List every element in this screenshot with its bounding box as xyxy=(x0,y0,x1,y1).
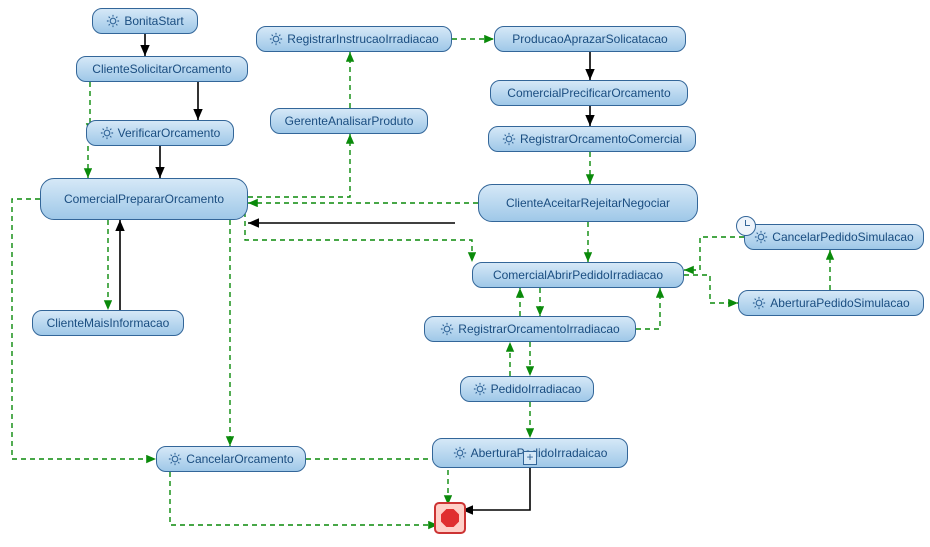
gear-icon xyxy=(269,32,283,46)
gear-icon xyxy=(106,14,120,28)
node-label: ProducaoAprazarSolicatacao xyxy=(512,32,667,46)
node-label: CancelarOrcamento xyxy=(186,452,293,466)
node-cliente-mais-informacao[interactable]: ClienteMaisInformacao xyxy=(32,310,184,336)
node-abertura-pedido-irradaicao[interactable]: AberturaPedidoIrradaicao + xyxy=(432,438,628,468)
node-pedido-irradiacao[interactable]: PedidoIrradiacao xyxy=(460,376,594,402)
node-label: BonitaStart xyxy=(124,14,183,28)
gear-icon xyxy=(440,322,454,336)
node-label: ComercialAbrirPedidoIrradiacao xyxy=(493,268,663,282)
edge xyxy=(170,472,438,525)
edge xyxy=(684,275,738,303)
gear-icon xyxy=(752,296,766,310)
node-label: AberturaPedidoSimulacao xyxy=(770,296,909,310)
workflow-canvas: BonitaStart ClienteSolicitarOrcamento Re… xyxy=(0,0,930,547)
node-cliente-aceitar-rejeitar-negociar[interactable]: ClienteAceitarRejeitarNegociar xyxy=(478,184,698,222)
gear-icon xyxy=(453,446,467,460)
edge xyxy=(684,237,744,270)
gear-icon xyxy=(100,126,114,140)
node-label: RegistrarOrcamentoIrradiacao xyxy=(458,322,619,336)
node-registrar-orcamento-comercial[interactable]: RegistrarOrcamentoComercial xyxy=(488,126,696,152)
node-cancelar-orcamento[interactable]: CancelarOrcamento xyxy=(156,446,306,472)
stop-icon xyxy=(441,509,459,527)
node-label: RegistrarOrcamentoComercial xyxy=(520,132,682,146)
edge xyxy=(306,459,448,505)
node-label: RegistrarInstrucaoIrradiacao xyxy=(287,32,438,46)
edge xyxy=(462,468,530,510)
node-comercial-preparar-orcamento[interactable]: ComercialPrepararOrcamento xyxy=(40,178,248,220)
edge xyxy=(248,134,350,197)
node-label: ComercialPrecificarOrcamento xyxy=(507,86,670,100)
node-abertura-pedido-simulacao[interactable]: AberturaPedidoSimulacao xyxy=(738,290,924,316)
node-label: ClienteAceitarRejeitarNegociar xyxy=(506,196,670,210)
node-label: ClienteSolicitarOrcamento xyxy=(92,62,231,76)
node-comercial-precificar-orcamento[interactable]: ComercialPrecificarOrcamento xyxy=(490,80,688,106)
gear-icon xyxy=(754,230,768,244)
node-bonita-start[interactable]: BonitaStart xyxy=(92,8,198,34)
gear-icon xyxy=(502,132,516,146)
clock-icon xyxy=(736,216,756,236)
node-registrar-instrucao-irradiacao[interactable]: RegistrarInstrucaoIrradiacao xyxy=(256,26,452,52)
node-label: AberturaPedidoIrradaicao xyxy=(471,446,608,460)
node-label: VerificarOrcamento xyxy=(118,126,221,140)
end-event[interactable] xyxy=(434,502,466,534)
node-gerente-analisar-produto[interactable]: GerenteAnalisarProduto xyxy=(270,108,428,134)
node-comercial-abrir-pedido-irradiacao[interactable]: ComercialAbrirPedidoIrradiacao xyxy=(472,262,684,288)
node-producao-aprazar-solicitacao[interactable]: ProducaoAprazarSolicatacao xyxy=(494,26,686,52)
node-label: PedidoIrradiacao xyxy=(491,382,582,396)
node-label: ClienteMaisInformacao xyxy=(47,316,170,330)
subprocess-icon: + xyxy=(523,451,537,465)
node-label: CancelarPedidoSimulacao xyxy=(772,230,913,244)
node-label: GerenteAnalisarProduto xyxy=(285,114,414,128)
node-cliente-solicitar-orcamento[interactable]: ClienteSolicitarOrcamento xyxy=(76,56,248,82)
edge xyxy=(636,288,660,329)
gear-icon xyxy=(473,382,487,396)
node-registrar-orcamento-irradiacao[interactable]: RegistrarOrcamentoIrradiacao xyxy=(424,316,636,342)
node-verificar-orcamento[interactable]: VerificarOrcamento xyxy=(86,120,234,146)
edge xyxy=(245,212,472,262)
gear-icon xyxy=(168,452,182,466)
node-cancelar-pedido-simulacao[interactable]: CancelarPedidoSimulacao xyxy=(744,224,924,250)
node-label: ComercialPrepararOrcamento xyxy=(64,192,224,206)
